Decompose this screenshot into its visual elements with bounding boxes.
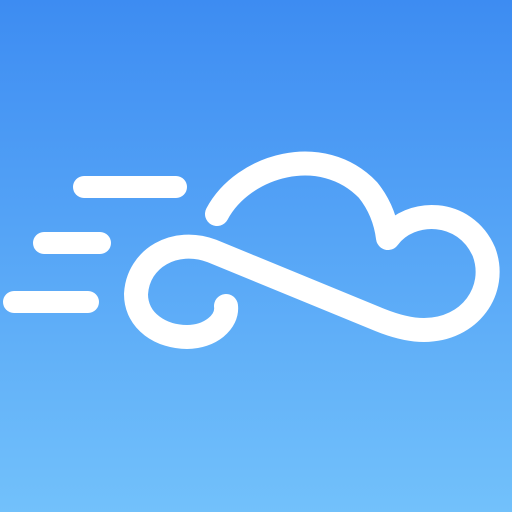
app-icon [0, 0, 512, 512]
cloud-outline [124, 151, 500, 349]
cloud-wind-icon [3, 151, 500, 349]
